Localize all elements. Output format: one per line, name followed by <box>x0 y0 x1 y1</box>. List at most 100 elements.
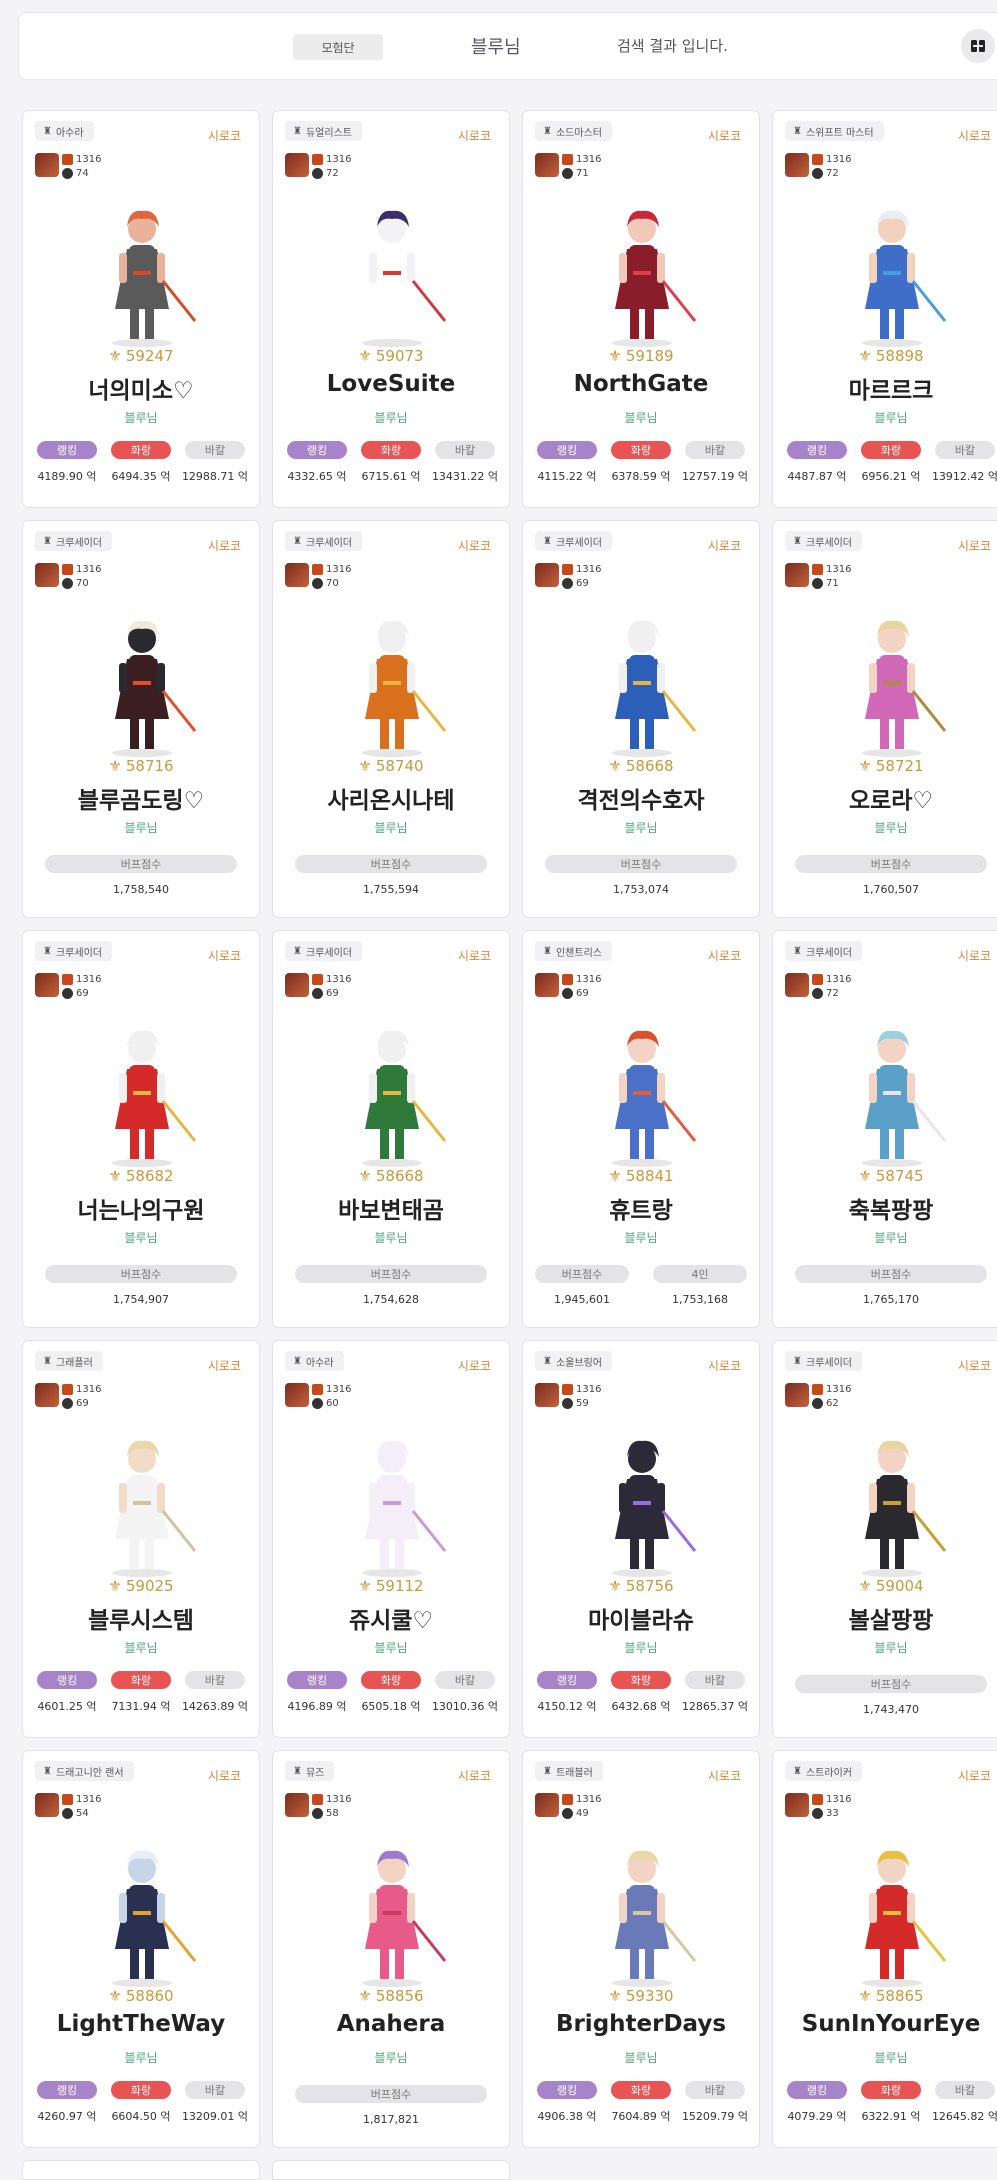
character-card[interactable]: ♜ 크루세이더 시로코 1316 70 ⚜ 58740 사리온시나테 블루님 버프점수 1,755,… <box>272 520 510 918</box>
character-name[interactable]: Anahera <box>273 2011 509 2037</box>
character-card[interactable]: ♜ 아수라 시로코 1316 60 ⚜ 59112 쥬시쿨♡ 블루님 랭킹 4196.89 억 화랑 6… <box>272 1340 510 1738</box>
buff-label[interactable]: 버프점수 <box>795 1265 987 1283</box>
set-level: 69 <box>576 577 589 589</box>
party-buff-label[interactable]: 4인 <box>653 1265 747 1283</box>
character-card[interactable]: ♜ 소드마스터 시로코 1316 71 ⚜ 59189 NorthGate 블루님 랭킹 4115.… <box>522 110 760 508</box>
guild-label-chip[interactable]: 모험단 <box>293 34 383 60</box>
buff-label[interactable]: 버프점수 <box>295 1265 487 1283</box>
fire-stat-label[interactable]: 화랑 <box>611 2081 671 2099</box>
character-name[interactable]: 너의미소♡ <box>23 371 259 405</box>
fame-icon: ⚜ <box>358 347 372 365</box>
fire-stat-label[interactable]: 화랑 <box>611 441 671 459</box>
character-name[interactable]: 휴트랑 <box>523 1191 759 1225</box>
fire-stat-label[interactable]: 화랑 <box>861 2081 921 2099</box>
rank-stat-label[interactable]: 랭킹 <box>537 2081 597 2099</box>
fire-stat-label[interactable]: 화랑 <box>111 1671 171 1689</box>
character-name[interactable]: 축복팡팡 <box>773 1191 997 1225</box>
character-card[interactable]: ♜ 크루세이더 시로코 1316 69 ⚜ 58682 너는나의구원 블루님 버프점수 1,754,… <box>22 930 260 1328</box>
rank-stat-label[interactable]: 랭킹 <box>37 441 97 459</box>
class-tag: ♜ 크루세이더 <box>785 1351 862 1371</box>
fire-stat-label[interactable]: 화랑 <box>111 441 171 459</box>
class-name: 크루세이더 <box>305 947 352 959</box>
rank-stat-label[interactable]: 랭킹 <box>787 2081 847 2099</box>
character-card[interactable]: ♜ 트래블러 시로코 1316 49 ⚜ 59330 BrighterDays 블루님 랭킹 490… <box>522 1750 760 2148</box>
character-card[interactable]: ♜ 드래고니안 랜서 시로코 1316 54 ⚜ 58860 LightTheWay 블루님 랭킹… <box>22 1750 260 2148</box>
class-tag: ♜ 소울브링어 <box>535 1351 612 1371</box>
character-name[interactable]: 사리온시나테 <box>273 781 509 815</box>
set-icon <box>312 167 323 179</box>
rank-stat-label[interactable]: 랭킹 <box>537 441 597 459</box>
rank-stat-label[interactable]: 랭킹 <box>787 441 847 459</box>
bal-stat-label[interactable]: 바칼 <box>685 1671 745 1689</box>
character-card[interactable]: ♜ 크루세이더 시로코 1316 62 ⚜ 59004 볼살팡팡 블루님 버프점수 1,743,47… <box>772 1340 997 1738</box>
bal-stat-label[interactable]: 바칼 <box>185 2081 245 2099</box>
bal-stat-label[interactable]: 바칼 <box>435 441 495 459</box>
buff-label[interactable]: 버프점수 <box>45 1265 237 1283</box>
set-level-row: 33 <box>812 1807 851 1819</box>
character-card[interactable]: ♜ 크루세이더 시로코 1316 70 ⚜ 58716 블루곰도링♡ 블루님 버프점수 1,758,… <box>22 520 260 918</box>
rank-stat-label[interactable]: 랭킹 <box>287 1671 347 1689</box>
character-card[interactable]: ♜ 인챈트리스 시로코 1316 69 ⚜ 58841 휴트랑 블루님 버프점수 1,945,601… <box>522 930 760 1328</box>
fire-stat-label[interactable]: 화랑 <box>361 1671 421 1689</box>
rank-stat-label[interactable]: 랭킹 <box>37 2081 97 2099</box>
character-name[interactable]: NorthGate <box>523 371 759 397</box>
character-name[interactable]: 쥬시쿨♡ <box>273 1601 509 1635</box>
buff-label[interactable]: 버프점수 <box>45 855 237 873</box>
character-name[interactable]: 마르르크 <box>773 371 997 405</box>
bal-stat-label[interactable]: 바칼 <box>935 2081 995 2099</box>
character-name[interactable]: 볼살팡팡 <box>773 1601 997 1635</box>
character-card[interactable]: ♜ 뮤즈 시로코 1316 58 ⚜ 58856 Anahera 블루님 버프점수 1,817,82… <box>272 1750 510 2148</box>
character-card[interactable]: ♜ 크루세이더 시로코 1316 71 ⚜ 58721 오로라♡ 블루님 버프점수 1,760,50… <box>772 520 997 918</box>
equipment-summary: 1316 69 <box>285 973 351 999</box>
set-icon <box>812 577 823 589</box>
weapon-icon <box>35 973 59 997</box>
buff-label[interactable]: 버프점수 <box>295 2085 487 2103</box>
character-card[interactable]: ♜ 크루세이더 시로코 1316 72 ⚜ 58745 축복팡팡 블루님 버프점수 1,765,17… <box>772 930 997 1328</box>
rank-stat-value: 4196.89 억 <box>287 1700 347 1713</box>
character-name[interactable]: 너는나의구원 <box>23 1191 259 1225</box>
character-card[interactable]: ♜ 크루세이더 시로코 1316 69 ⚜ 58668 바보변태곰 블루님 버프점수 1,754,6… <box>272 930 510 1328</box>
character-name[interactable]: 오로라♡ <box>773 781 997 815</box>
bal-stat-label[interactable]: 바칼 <box>185 1671 245 1689</box>
bal-stat-label[interactable]: 바칼 <box>685 2081 745 2099</box>
buff-label[interactable]: 버프점수 <box>795 1675 987 1693</box>
fire-stat-label[interactable]: 화랑 <box>111 2081 171 2099</box>
fame-score: ⚜ 58865 <box>773 1987 997 2005</box>
rank-stat-label[interactable]: 랭킹 <box>37 1671 97 1689</box>
character-name[interactable]: 블루곰도링♡ <box>23 781 259 815</box>
rank-stat-label[interactable]: 랭킹 <box>287 441 347 459</box>
layout-toggle-button[interactable] <box>961 29 995 63</box>
buff-label[interactable]: 버프점수 <box>295 855 487 873</box>
character-card[interactable]: ♜ 스트라이커 시로코 1316 33 ⚜ 58865 SunInYourEye 블루님 랭킹 40… <box>772 1750 997 2148</box>
rank-stat-label[interactable]: 랭킹 <box>537 1671 597 1689</box>
class-icon: ♜ <box>793 945 802 957</box>
bal-stat-value: 13431.22 억 <box>431 470 499 483</box>
fire-stat: 화랑 7131.94 억 <box>105 1671 177 1714</box>
damage-stats: 랭킹 4079.29 억 화랑 6322.91 억 바칼 12645.82 억 <box>781 2081 997 2124</box>
item-level-row: 1316 <box>62 1793 101 1805</box>
fire-stat-label[interactable]: 화랑 <box>861 441 921 459</box>
character-name[interactable]: 바보변태곰 <box>273 1191 509 1225</box>
character-name[interactable]: LoveSuite <box>273 371 509 397</box>
character-name[interactable]: BrighterDays <box>523 2011 759 2037</box>
character-name[interactable]: 블루시스템 <box>23 1601 259 1635</box>
character-card[interactable]: ♜ 스위프트 마스터 시로코 1316 72 ⚜ 58898 마르르크 블루님 랭킹 4487.87… <box>772 110 997 508</box>
buff-label[interactable]: 버프점수 <box>535 1265 629 1283</box>
character-card[interactable]: ♜ 듀얼리스트 시로코 1316 72 ⚜ 59073 LoveSuite 블루님 랭킹 4332.… <box>272 110 510 508</box>
fire-stat-label[interactable]: 화랑 <box>611 1671 671 1689</box>
character-card[interactable]: ♜ 크루세이더 시로코 1316 69 ⚜ 58668 격전의수호자 블루님 버프점수 1,753,… <box>522 520 760 918</box>
character-name[interactable]: LightTheWay <box>23 2011 259 2037</box>
character-card[interactable]: ♜ 그래플러 시로코 1316 69 ⚜ 59025 블루시스템 블루님 랭킹 4601.25 억 화… <box>22 1340 260 1738</box>
character-name[interactable]: SunInYourEye <box>773 2011 997 2037</box>
character-card[interactable]: ♜ 아수라 시로코 1316 74 ⚜ 59247 너의미소♡ 블루님 랭킹 4189.90 억 화랑… <box>22 110 260 508</box>
bal-stat-label[interactable]: 바칼 <box>185 441 245 459</box>
character-name[interactable]: 격전의수호자 <box>523 781 759 815</box>
buff-label[interactable]: 버프점수 <box>795 855 987 873</box>
bal-stat-label[interactable]: 바칼 <box>685 441 745 459</box>
bal-stat-label[interactable]: 바칼 <box>435 1671 495 1689</box>
fire-stat-label[interactable]: 화랑 <box>361 441 421 459</box>
buff-label[interactable]: 버프점수 <box>545 855 737 873</box>
bal-stat-label[interactable]: 바칼 <box>935 441 995 459</box>
character-name[interactable]: 마이블라슈 <box>523 1601 759 1635</box>
character-card[interactable]: ♜ 소울브링어 시로코 1316 59 ⚜ 58756 마이블라슈 블루님 랭킹 4150.12 억… <box>522 1340 760 1738</box>
